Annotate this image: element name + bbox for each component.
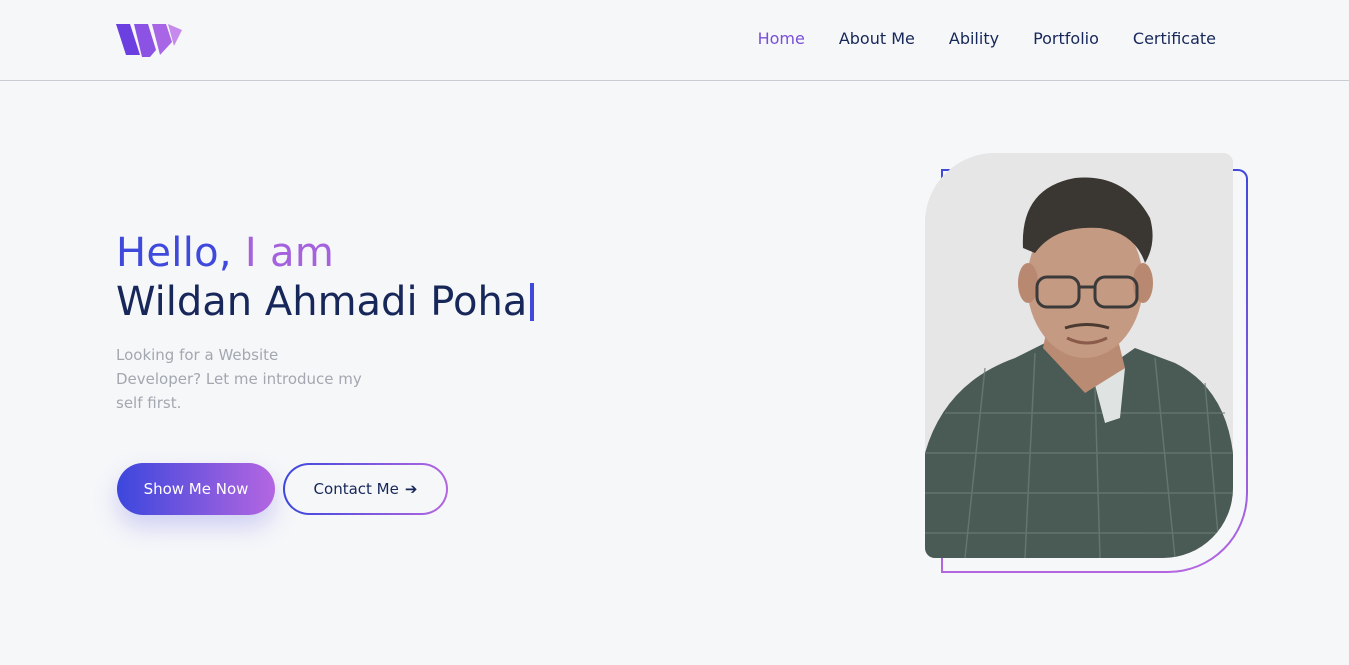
top-navbar: Home About Me Ability Portfolio Certific…: [0, 0, 1349, 81]
arrow-right-icon: ➔: [404, 480, 418, 498]
greeting-heading: Hello, I am: [116, 229, 334, 277]
name-text: Wildan Ahmadi Poha: [116, 279, 528, 325]
nav-portfolio[interactable]: Portfolio: [1033, 29, 1099, 48]
nav-about-me[interactable]: About Me: [839, 29, 915, 48]
nav-ability[interactable]: Ability: [949, 29, 999, 48]
logo-icon[interactable]: [116, 22, 182, 58]
nav-home[interactable]: Home: [758, 29, 805, 48]
contact-me-button[interactable]: Contact Me ➔: [283, 463, 448, 515]
contact-me-label: Contact Me: [313, 480, 399, 498]
show-me-now-button[interactable]: Show Me Now: [117, 463, 275, 515]
name-heading: Wildan Ahmadi Poha: [116, 278, 535, 326]
typing-cursor: [530, 283, 535, 321]
greeting-hello: Hello,: [116, 230, 232, 276]
greeting-i-am: I am: [244, 230, 335, 276]
contact-me-button-inner: Contact Me ➔: [285, 465, 446, 513]
nav-certificate[interactable]: Certificate: [1133, 29, 1216, 48]
profile-photo: [925, 153, 1233, 558]
intro-text: Looking for a Website Developer? Let me …: [116, 346, 362, 412]
main-nav: Home About Me Ability Portfolio Certific…: [758, 29, 1216, 48]
